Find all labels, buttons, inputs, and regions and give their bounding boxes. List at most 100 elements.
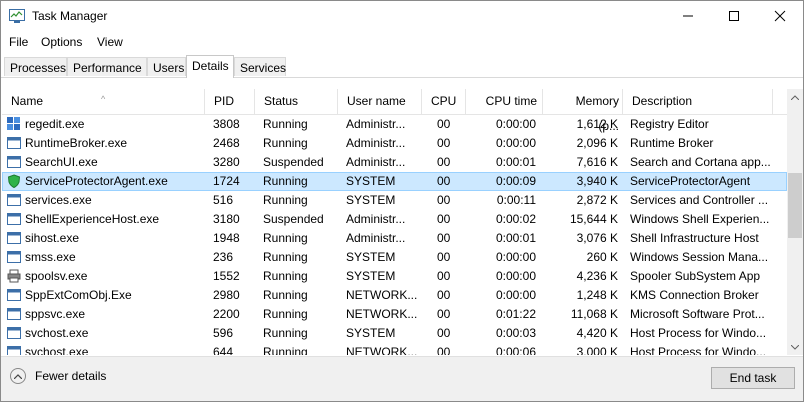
table-row[interactable]: RuntimeBroker.exe 2468 Running Administr...… xyxy=(2,134,787,153)
table-row[interactable]: SearchUI.exe 3280 Suspended Administr... 00 0… xyxy=(2,153,787,172)
cell-cpu: 00 xyxy=(437,250,451,264)
cell-status: Running xyxy=(263,345,308,355)
tab-details[interactable]: Details xyxy=(186,55,234,78)
cell-user: NETWORK... xyxy=(346,288,418,302)
column-header-description[interactable]: Description xyxy=(623,89,773,114)
cell-cpu: 00 xyxy=(437,212,451,226)
cell-desc: Windows Session Mana... xyxy=(630,250,769,264)
table-row[interactable]: ServiceProtectorAgent.exe 1724 Running SYST… xyxy=(2,172,787,191)
window-title: Task Manager xyxy=(32,9,108,23)
cell-name: svchost.exe xyxy=(25,345,89,355)
scroll-up-arrow-icon[interactable] xyxy=(787,89,803,105)
table-row[interactable]: svchost.exe 644 Running NETWORK... 00 0:00:06… xyxy=(2,343,787,355)
scroll-down-arrow-icon[interactable] xyxy=(787,339,803,355)
cell-user: Administr... xyxy=(346,117,406,131)
window-icon xyxy=(7,288,21,302)
cell-memory: 2,096 K xyxy=(576,136,618,150)
cell-user: Administr... xyxy=(346,231,406,245)
minimize-button[interactable] xyxy=(665,1,711,31)
table-header: Name ^ PID Status User name CPU CPU time… xyxy=(2,89,787,133)
menu-view[interactable]: View xyxy=(97,35,123,49)
table-row[interactable]: smss.exe 236 Running SYSTEM 00 0:00:00 260 K Wi… xyxy=(2,248,787,267)
cell-status: Running xyxy=(263,231,308,245)
scrollbar-thumb[interactable] xyxy=(788,173,802,238)
chevron-up-icon xyxy=(10,368,26,384)
cell-memory: 3,000 K xyxy=(576,345,618,355)
cell-status: Running xyxy=(263,117,308,131)
cell-status: Running xyxy=(263,136,308,150)
cell-cputime: 0:00:00 xyxy=(495,117,536,131)
column-header-cpu-time[interactable]: CPU time xyxy=(466,89,543,114)
cell-cputime: 0:00:06 xyxy=(495,345,536,355)
fewer-details-toggle[interactable]: Fewer details xyxy=(10,368,106,384)
cell-pid: 3280 xyxy=(213,155,240,169)
tab-users[interactable]: Users xyxy=(147,57,186,76)
cell-user: NETWORK... xyxy=(346,307,418,321)
vertical-scrollbar[interactable] xyxy=(787,89,803,355)
cell-cpu: 00 xyxy=(437,231,451,245)
cell-desc: Services and Controller ... xyxy=(630,193,769,207)
menu-bar: File Options View xyxy=(1,32,803,52)
maximize-button[interactable] xyxy=(711,1,757,31)
cell-pid: 2468 xyxy=(213,136,240,150)
tab-processes[interactable]: Processes xyxy=(4,57,67,76)
cell-user: SYSTEM xyxy=(346,326,396,340)
table-row[interactable]: ShellExperienceHost.exe 3180 Suspended Admi… xyxy=(2,210,787,229)
table-row[interactable]: sppsvc.exe 2200 Running NETWORK... 00 0:01:22… xyxy=(2,305,787,324)
window-icon xyxy=(7,136,21,150)
end-task-button[interactable]: End task xyxy=(711,367,795,389)
column-header-memory[interactable]: Memory (p... xyxy=(543,89,623,133)
window-icon xyxy=(7,193,21,207)
cell-status: Suspended xyxy=(263,155,324,169)
cell-name: ServiceProtectorAgent.exe xyxy=(25,174,168,188)
column-header-pid[interactable]: PID xyxy=(205,89,255,114)
cell-status: Running xyxy=(263,193,308,207)
close-button[interactable] xyxy=(757,1,803,31)
column-header-cpu[interactable]: CPU xyxy=(422,89,466,114)
cell-user: Administr... xyxy=(346,212,406,226)
cell-pid: 644 xyxy=(213,345,234,355)
cell-memory: 1,612 K xyxy=(576,117,618,131)
cell-user: SYSTEM xyxy=(346,250,396,264)
cell-pid: 516 xyxy=(213,193,234,207)
cell-name: sppsvc.exe xyxy=(25,307,86,321)
menu-file[interactable]: File xyxy=(9,35,28,49)
cell-cputime: 0:00:11 xyxy=(496,193,536,207)
tab-services[interactable]: Services xyxy=(234,57,286,76)
column-header-user-name[interactable]: User name xyxy=(338,89,422,114)
cell-cpu: 00 xyxy=(437,345,451,355)
cell-cputime: 0:00:00 xyxy=(495,136,536,150)
cell-pid: 596 xyxy=(213,326,234,340)
table-row[interactable]: svchost.exe 596 Running SYSTEM 00 0:00:03 4,42… xyxy=(2,324,787,343)
table-row[interactable]: regedit.exe 3808 Running Administr... 00 0:00… xyxy=(2,115,787,134)
table-row[interactable]: spoolsv.exe 1552 Running SYSTEM 00 0:00:00 4,2… xyxy=(2,267,787,286)
cell-name: smss.exe xyxy=(25,250,76,264)
cell-cputime: 0:00:01 xyxy=(495,231,536,245)
cell-name: regedit.exe xyxy=(25,117,85,131)
cell-pid: 2200 xyxy=(213,307,240,321)
cell-desc: Host Process for Windo... xyxy=(630,345,767,355)
cell-memory: 15,644 K xyxy=(569,212,618,226)
cell-cputime: 0:00:00 xyxy=(495,288,536,302)
cell-status: Suspended xyxy=(263,212,324,226)
window-icon xyxy=(7,155,21,169)
table-row[interactable]: SppExtComObj.Exe 2980 Running NETWORK... 00 0… xyxy=(2,286,787,305)
menu-options[interactable]: Options xyxy=(41,35,82,49)
title-bar[interactable]: Task Manager xyxy=(1,1,803,31)
column-header-status[interactable]: Status xyxy=(255,89,338,114)
cell-desc: Spooler SubSystem App xyxy=(630,269,761,283)
cell-status: Running xyxy=(263,269,308,283)
printer-icon xyxy=(7,269,21,283)
table-row[interactable]: sihost.exe 1948 Running Administr... 00 0:00:… xyxy=(2,229,787,248)
window-icon xyxy=(7,307,21,321)
tab-performance[interactable]: Performance xyxy=(67,57,147,76)
cell-name: ShellExperienceHost.exe xyxy=(25,212,160,226)
table-row[interactable]: services.exe 516 Running SYSTEM 00 0:00:11 2,8… xyxy=(2,191,787,210)
column-header-name[interactable]: Name ^ xyxy=(2,89,205,114)
maximize-icon xyxy=(729,11,739,21)
cell-desc: Runtime Broker xyxy=(630,136,714,150)
cell-desc: Registry Editor xyxy=(630,117,709,131)
cell-desc: Host Process for Windo... xyxy=(630,326,767,340)
cell-memory: 11,068 K xyxy=(570,307,618,321)
column-header-label: Name xyxy=(11,94,44,108)
